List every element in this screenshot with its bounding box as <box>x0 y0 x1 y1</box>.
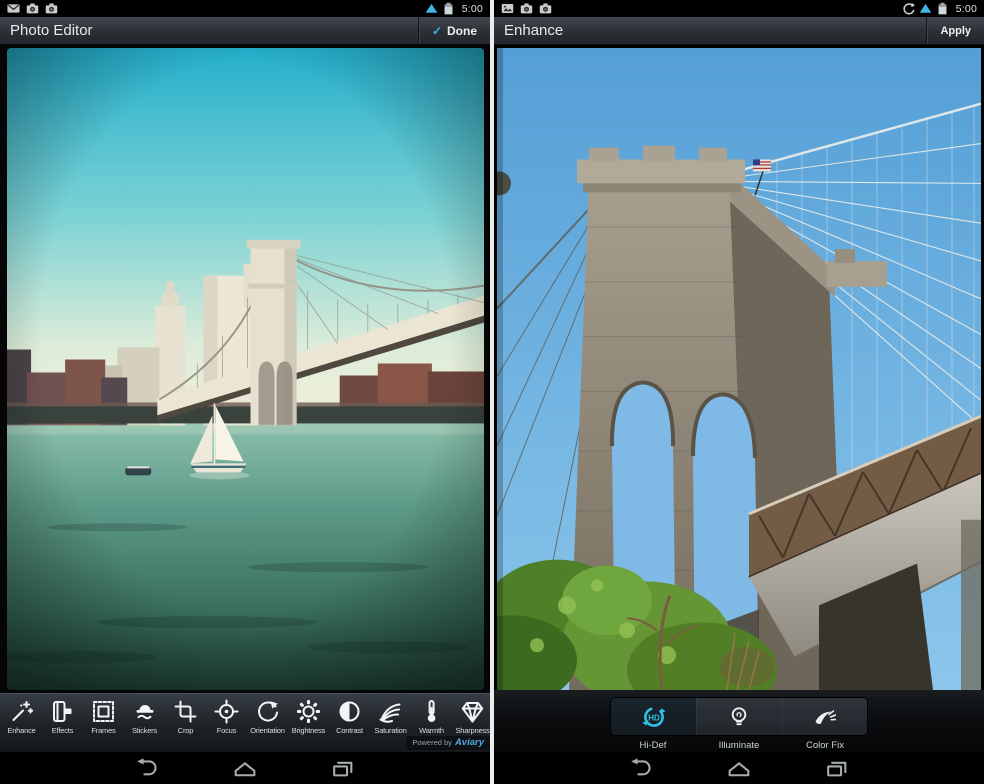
apply-label: Apply <box>940 24 971 37</box>
tool-stickers[interactable]: Stickers <box>124 699 165 752</box>
apply-button[interactable]: Apply <box>926 17 984 44</box>
screenshot-pair: 5:00 Photo Editor ✓ Done Enhance Effects… <box>0 0 984 784</box>
recents-button[interactable] <box>824 758 850 779</box>
tool-contrast[interactable]: Contrast <box>329 699 370 752</box>
android-nav-bar <box>494 752 984 784</box>
system-status-icons: 5:00 <box>425 2 483 15</box>
rainbow-fan-icon <box>378 699 403 724</box>
recents-button[interactable] <box>330 758 356 779</box>
tool-label: Warmth <box>419 726 444 735</box>
tool-brightness[interactable]: Brightness <box>288 699 329 752</box>
enhance-screen: 5:00 Enhance Apply HD Hi-Def Illuminate … <box>494 0 984 784</box>
photo-canvas-bridge <box>497 48 981 690</box>
option-color-fix[interactable] <box>781 698 867 735</box>
camera-icon <box>26 2 39 15</box>
tool-label: Orientation <box>250 726 285 735</box>
thermometer-icon <box>419 699 444 724</box>
photo-frame <box>0 45 490 693</box>
tool-effects[interactable]: Effects <box>42 699 83 752</box>
option-illuminate[interactable] <box>696 698 782 735</box>
powered-by-badge: Powered by Aviary <box>406 736 490 750</box>
diamond-icon <box>460 699 485 724</box>
back-button[interactable] <box>628 757 654 779</box>
battery-icon <box>442 2 455 15</box>
rotate-arrow-icon <box>255 699 280 724</box>
tool-label: Focus <box>216 726 237 735</box>
aviary-logo: Aviary <box>454 737 484 748</box>
notification-icons <box>7 2 58 15</box>
half-circle-icon <box>337 699 362 724</box>
check-icon: ✓ <box>431 23 442 38</box>
stamp-frame-icon <box>91 699 116 724</box>
clock: 5:00 <box>461 2 483 15</box>
done-button[interactable]: ✓ Done <box>417 17 490 44</box>
option-label-color-fix: Color Fix <box>805 740 844 751</box>
camera-icon <box>45 2 58 15</box>
gallery-icon <box>501 2 514 15</box>
tool-frames[interactable]: Frames <box>83 699 124 752</box>
sun-gear-icon <box>296 699 321 724</box>
tool-label: Brightness <box>291 726 326 735</box>
editor-toolbar: Enhance Effects Frames Stickers Crop Foc… <box>0 693 490 752</box>
bridge-photo-illustration <box>497 48 981 690</box>
email-icon <box>7 2 20 15</box>
photo-editor-screen: 5:00 Photo Editor ✓ Done Enhance Effects… <box>0 0 490 784</box>
page-title: Enhance <box>504 22 564 39</box>
home-button[interactable] <box>232 758 258 779</box>
tool-saturation[interactable]: Saturation <box>370 699 411 752</box>
enhance-options-bar: HD Hi-Def Illuminate Color Fix <box>494 690 984 752</box>
title-bar: Photo Editor ✓ Done <box>0 17 490 45</box>
magic-wand-icon <box>9 699 34 724</box>
option-label-hi-def: Hi-Def <box>639 740 667 751</box>
battery-icon <box>936 2 949 15</box>
sailboat-photo-illustration <box>7 48 484 690</box>
tool-focus[interactable]: Focus <box>206 699 247 752</box>
status-bar: 5:00 <box>0 0 490 17</box>
tool-enhance[interactable]: Enhance <box>1 699 42 752</box>
tool-label: Contrast <box>336 726 363 735</box>
svg-text:HD: HD <box>648 713 660 722</box>
enhance-option-group: HD Hi-Def Illuminate Color Fix <box>610 697 868 751</box>
clock: 5:00 <box>955 2 977 15</box>
film-roll-icon <box>50 699 75 724</box>
status-bar: 5:00 <box>494 0 984 17</box>
tool-crop[interactable]: Crop <box>165 699 206 752</box>
back-button[interactable] <box>134 757 160 779</box>
focus-target-icon <box>214 699 239 724</box>
tool-label: Enhance <box>7 726 36 735</box>
far-building <box>961 519 981 690</box>
tool-orientation[interactable]: Orientation <box>247 699 288 752</box>
page-title: Photo Editor <box>10 22 93 39</box>
tool-label: Crop <box>177 726 194 735</box>
wifi-icon <box>425 2 438 15</box>
lightbulb-icon <box>727 705 751 729</box>
color-fix-icon <box>812 705 837 729</box>
option-hi-def[interactable]: HD <box>611 698 697 735</box>
photo-frame <box>494 45 984 690</box>
notification-icons <box>501 2 552 15</box>
option-label-illuminate: Illuminate <box>718 740 760 751</box>
camera-icon <box>520 2 533 15</box>
crop-icon <box>173 699 198 724</box>
hd-circle-icon: HD <box>642 705 666 729</box>
hat-mustache-icon <box>132 699 157 724</box>
camera-icon <box>539 2 552 15</box>
tool-label: Stickers <box>131 726 158 735</box>
powered-by-text: Powered by <box>412 738 452 747</box>
title-bar: Enhance Apply <box>494 17 984 45</box>
wifi-icon <box>919 2 932 15</box>
done-label: Done <box>447 23 477 38</box>
android-nav-bar <box>0 752 490 784</box>
photo-canvas-sailboat <box>7 48 484 690</box>
tool-label: Saturation <box>374 726 407 735</box>
tool-label: Frames <box>91 726 116 735</box>
home-button[interactable] <box>726 758 752 779</box>
tool-label: Sharpness <box>455 726 490 735</box>
tool-label: Effects <box>51 726 74 735</box>
sync-icon <box>902 2 915 15</box>
system-status-icons: 5:00 <box>902 2 977 15</box>
